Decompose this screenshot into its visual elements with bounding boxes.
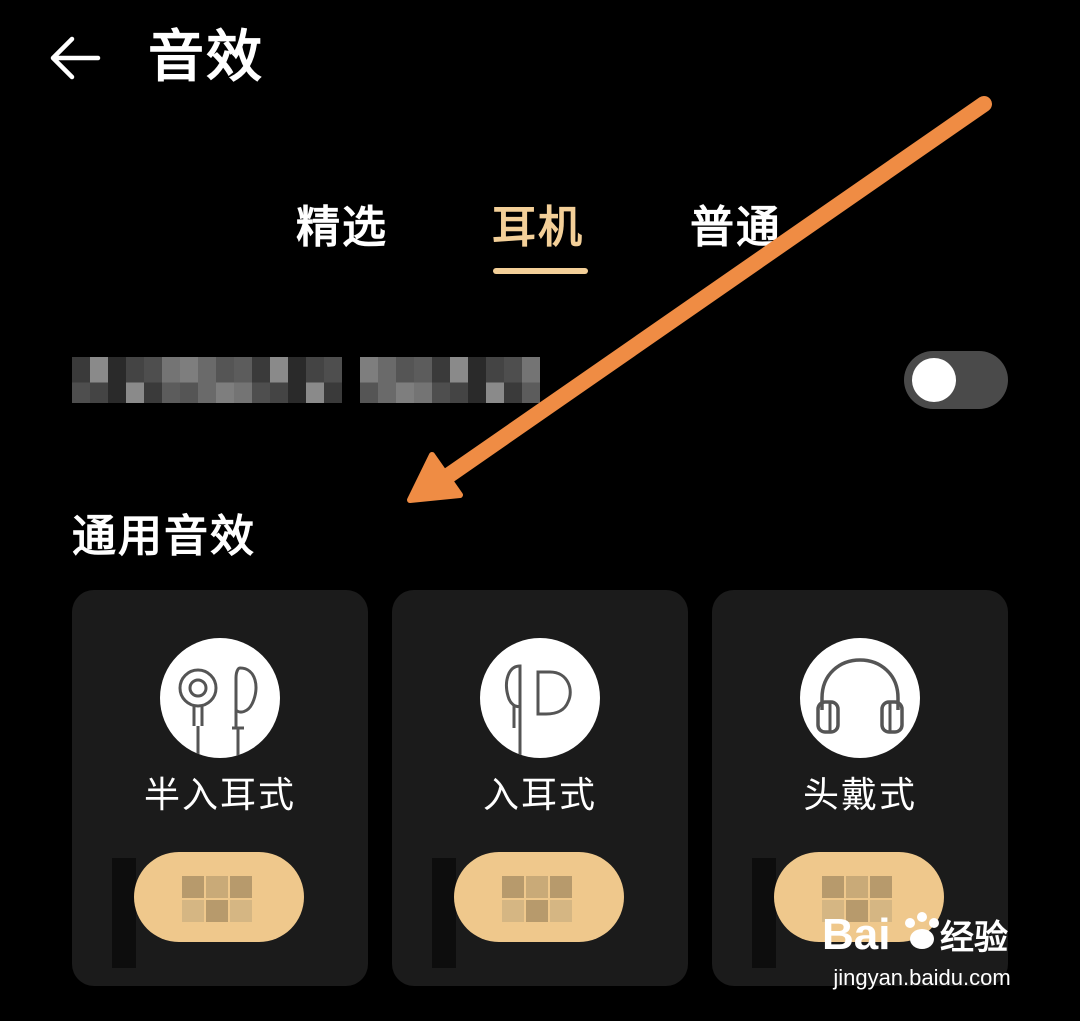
blur-pixel (270, 357, 288, 403)
blur-pixel (414, 357, 432, 403)
blur-pixel (252, 357, 270, 403)
tab-earphones[interactable]: 耳机 (492, 190, 584, 266)
blur-pixel (162, 357, 180, 403)
card-in-ear[interactable]: 入耳式 (392, 590, 688, 986)
toggle-knob (912, 358, 956, 402)
card-over-ear[interactable]: 头戴式 (712, 590, 1008, 986)
blur-pixel (324, 357, 342, 403)
tab-normal[interactable]: 普通 (690, 190, 782, 266)
blur-pixel (522, 357, 540, 403)
blurred-setting-label (72, 357, 542, 403)
blur-pixel (108, 357, 126, 403)
tab-bar: 精选 耳机 普通 (0, 190, 1080, 280)
blurred-shadow (432, 858, 456, 968)
blur-pixel (504, 357, 522, 403)
in-ear-earphone-icon (480, 638, 600, 758)
blurred-shadow (752, 858, 776, 968)
blurred-content (774, 852, 944, 942)
blur-pixel (450, 357, 468, 403)
blur-pixel (360, 357, 378, 403)
blur-pixel (234, 357, 252, 403)
card-label: 头戴式 (802, 775, 917, 816)
blur-pixel (126, 357, 144, 403)
blur-pixel (468, 357, 486, 403)
section-title: 通用音效 (72, 511, 256, 562)
blur-pixel (486, 357, 504, 403)
card-label: 半入耳式 (143, 775, 296, 816)
blur-pixel (432, 357, 450, 403)
back-button[interactable] (40, 26, 110, 90)
active-tab-indicator (493, 268, 588, 274)
blur-pixel (198, 357, 216, 403)
sound-effect-cards: 半入耳式 入耳式 头戴式 (72, 590, 1008, 986)
page-title: 音效 (148, 25, 264, 90)
blur-pixel (216, 357, 234, 403)
tab-featured[interactable]: 精选 (296, 190, 388, 266)
over-ear-headphone-icon (800, 638, 920, 758)
blur-pixel (180, 357, 198, 403)
blur-pixel (90, 357, 108, 403)
blur-pixel (396, 357, 414, 403)
card-semi-in-ear[interactable]: 半入耳式 (72, 590, 368, 986)
blur-pixel (342, 357, 360, 403)
setting-row (72, 345, 1008, 415)
blur-pixel (306, 357, 324, 403)
blurred-content (134, 852, 304, 942)
header: 音效 (0, 0, 1080, 130)
arrow-left-icon (50, 36, 101, 80)
blur-pixel (72, 357, 90, 403)
blur-pixel (378, 357, 396, 403)
blur-pixel (288, 357, 306, 403)
semi-in-ear-earphone-icon (160, 638, 280, 758)
setting-toggle[interactable] (904, 351, 1008, 409)
card-label: 入耳式 (482, 775, 597, 816)
blurred-shadow (112, 858, 136, 968)
blurred-content (454, 852, 624, 942)
blur-pixel (144, 357, 162, 403)
